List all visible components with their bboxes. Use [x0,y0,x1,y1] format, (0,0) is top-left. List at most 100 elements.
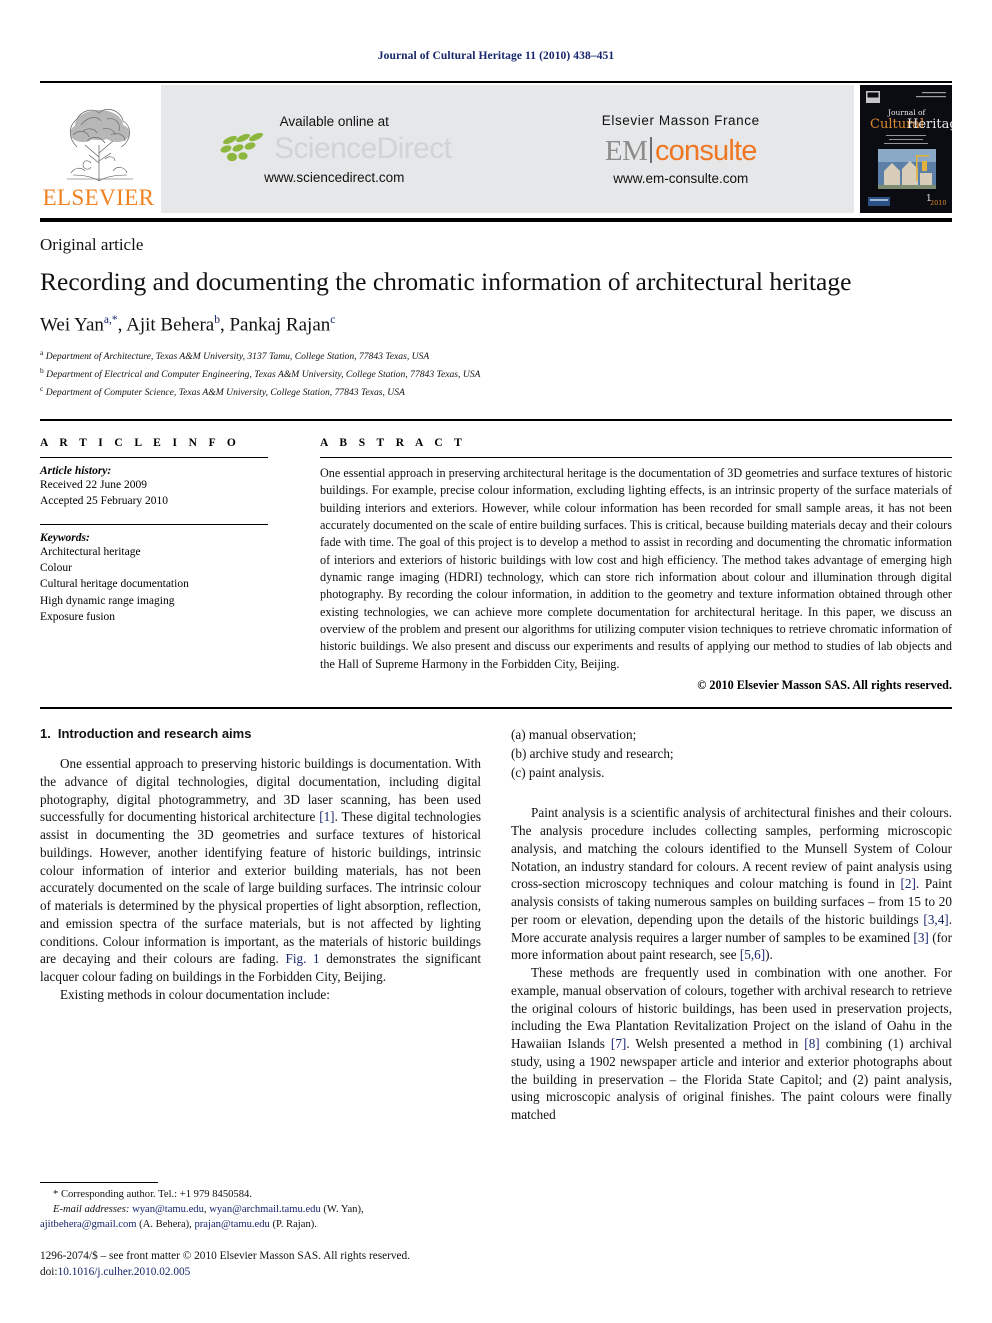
article-info-rule [40,457,268,459]
banner-gray-area: Available online at ScienceDirect www.sc… [161,85,854,213]
paragraph: These methods are frequently used in com… [511,964,952,1124]
journal-cover-thumbnail[interactable]: Journal of Cultural Heritage [860,85,952,213]
citation-link[interactable]: [5,6] [740,947,765,962]
affiliation-item: a Department of Architecture, Texas A&M … [40,347,952,365]
issn-line: 1296-2074/$ – see front matter © 2010 El… [40,1250,411,1263]
sciencedirect-wordmark: ScienceDirect [274,131,452,165]
info-divider-top [40,419,952,422]
svg-text:Journal of: Journal of [887,108,927,117]
em-wordmark: EM [604,134,648,167]
author-sup[interactable]: b [214,314,220,326]
citation-link[interactable]: [3] [913,930,928,945]
paragraph-text: Paint analysis is a scientific analysis … [511,805,952,892]
paragraph-text: . These digital technologies assist in d… [40,809,481,967]
list-item: (b) archive study and research; [511,745,674,761]
citation-link[interactable]: [3,4] [923,912,948,927]
keywords-label: Keywords: [40,531,90,544]
keyword-item: Colour [40,562,72,575]
section-heading: 1. Introduction and research aims [40,726,481,741]
author-sup[interactable]: c [330,314,335,326]
affiliation-marker: c [40,384,44,394]
doi-prefix: doi: [40,1266,58,1279]
paragraph: Existing methods in colour documentation… [60,986,330,1002]
publisher-banner: ELSEVIER Available online at ScienceDire… [40,85,952,213]
sciencedirect-block[interactable]: Available online at ScienceDirect www.sc… [161,85,508,213]
email-link[interactable]: prajan@tamu.edu [194,1219,269,1230]
sciencedirect-leaves-icon [220,132,264,161]
email-link[interactable]: wyan@tamu.edu [132,1204,204,1215]
journal-article-page: Journal of Cultural Heritage 11 (2010) 4… [0,0,992,1323]
corresponding-author-note: * Corresponding author. Tel.: +1 979 845… [40,1187,481,1202]
section-title: Introduction and research aims [57,726,252,742]
footnote-block: * Corresponding author. Tel.: +1 979 845… [40,1182,481,1281]
keyword-item: Exposure fusion [40,611,116,624]
keyword-item: High dynamic range imaging [40,594,175,607]
email-suffix: (W. Yan), [320,1204,364,1216]
elsevier-masson-france-label: Elsevier Masson France [601,112,760,128]
affiliation-marker: b [40,366,44,376]
citation-link[interactable]: [7] [611,1036,626,1051]
email-link[interactable]: ajitbehera@gmail.com [40,1219,137,1230]
article-info-column: A R T I C L E I N F O Article history: R… [40,437,302,693]
author-name: Ajit Behera [126,313,215,335]
abstract-divider-bottom [40,707,952,710]
svg-text:Heritage: Heritage [907,117,952,132]
em-divider-bar [650,136,652,163]
page-title: Recording and documenting the chromatic … [40,267,852,296]
paragraph: Paint analysis is a scientific analysis … [511,804,952,964]
abstract-column: A B S T R A C T One essential approach i… [320,437,952,693]
journal-cover-art: Journal of Cultural Heritage [860,85,952,213]
paragraph: One essential approach to preserving his… [40,755,481,986]
affiliation-marker: a [40,347,44,357]
em-consulte-logo: EM consulte [604,134,758,167]
accepted-date: Accepted 25 February 2010 [40,495,169,508]
doi-line: doi:10.1016/j.culher.2010.02.005 [40,1265,481,1281]
doi-link[interactable]: 10.1016/j.culher.2010.02.005 [58,1266,191,1278]
affiliation-text: Department of Computer Science, Texas A&… [45,387,405,399]
list-item: (c) paint analysis. [511,764,605,780]
article-type: Original article [40,235,144,254]
paragraph-text: . Welsh presented a method in [626,1036,805,1052]
elsevier-tree-icon [66,109,133,182]
affiliation-item: b Department of Electrical and Computer … [40,365,952,383]
em-consulte-url[interactable]: www.em-consulte.com [613,171,748,186]
info-abstract-section: A R T I C L E I N F O Article history: R… [40,437,952,693]
header-divider-top [40,81,952,83]
affiliation-text: Department of Electrical and Computer En… [46,369,481,381]
abstract-text: One essential approach in preserving arc… [320,466,952,671]
abstract-heading: A B S T R A C T [320,437,467,450]
available-online-label: Available online at [279,113,389,129]
elsevier-logo: ELSEVIER [40,85,157,213]
sciencedirect-logo: ScienceDirect [217,131,452,166]
article-history-label: Article history: [40,465,112,478]
author-sup[interactable]: a,* [104,314,118,326]
author-name: Wei Yan [40,313,104,335]
running-head: Journal of Cultural Heritage 11 (2010) 4… [377,50,615,62]
figure-link[interactable]: Fig. 1 [285,951,319,966]
corresponding-author-text: * Corresponding author. Tel.: +1 979 845… [53,1189,252,1201]
citation-link[interactable]: [1] [319,809,334,824]
email-addresses-note: E-mail addresses: wyan@tamu.edu, wyan@ar… [40,1202,481,1217]
affiliation-text: Department of Architecture, Texas A&M Un… [45,351,430,363]
keyword-item: Architectural heritage [40,545,141,558]
citation-link[interactable]: [8] [804,1036,819,1051]
section-number: 1. [40,726,51,742]
keywords-rule [40,523,268,525]
email-suffix: (A. Behera), [136,1219,195,1231]
affiliations: a Department of Architecture, Texas A&M … [40,347,952,401]
affiliation-item: c Department of Computer Science, Texas … [40,383,952,401]
sciencedirect-url[interactable]: www.sciencedirect.com [264,170,404,185]
body-columns: 1. Introduction and research aims One ess… [40,726,952,1124]
author-name: Pankaj Rajan [229,313,331,335]
em-consulte-block[interactable]: Elsevier Masson France EM consulte www.e… [508,85,855,213]
email-addresses-label: E-mail addresses: [53,1204,130,1216]
imprint-block: 1296-2074/$ – see front matter © 2010 El… [40,1249,481,1281]
citation-link[interactable]: [2] [901,876,916,891]
elsevier-wordmark: ELSEVIER [42,185,155,210]
email-link[interactable]: wyan@archmail.tamu.edu [209,1204,321,1215]
footnote-rule [40,1182,158,1184]
email-addresses-note-cont: ajitbehera@gmail.com (A. Behera), prajan… [40,1217,481,1232]
email-suffix: (P. Rajan). [269,1219,317,1231]
received-date: Received 22 June 2009 [40,479,147,492]
